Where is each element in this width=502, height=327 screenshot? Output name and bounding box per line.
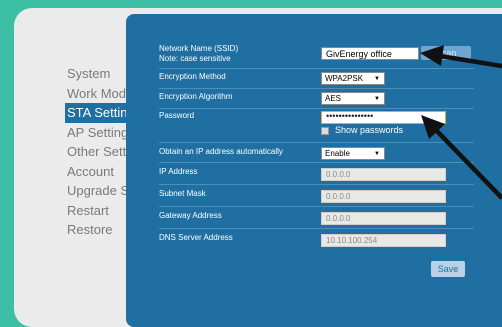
dns-label: DNS Server Address <box>159 233 233 242</box>
ssid-label: Network Name (SSID) <box>159 44 239 53</box>
ssid-note: Note: case sensitive <box>159 54 231 63</box>
ip-address-label: IP Address <box>159 167 198 176</box>
subnet-mask-input[interactable]: 0.0.0.0 <box>321 190 446 203</box>
dns-input[interactable]: 10.10.100.254 <box>321 234 446 247</box>
gateway-row: Gateway Address 0.0.0.0 <box>159 208 474 229</box>
row-divider <box>159 142 474 143</box>
dropdown-arrow-icon: ▼ <box>374 76 380 82</box>
encryption-algorithm-label: Encryption Algorithm <box>159 92 233 101</box>
ip-address-input[interactable]: 0.0.0.0 <box>321 168 446 181</box>
dhcp-value: Enable <box>325 149 350 158</box>
row-divider <box>159 228 474 229</box>
sta-settings-panel: Network Name (SSID) Note: case sensitive… <box>126 14 502 327</box>
password-row: Password ••••••••••••••• Show passwords <box>159 110 474 143</box>
gateway-input[interactable]: 0.0.0.0 <box>321 212 446 225</box>
row-divider <box>159 206 474 207</box>
row-divider <box>159 162 474 163</box>
row-divider <box>159 88 474 89</box>
gateway-label: Gateway Address <box>159 211 222 220</box>
ip-address-row: IP Address 0.0.0.0 <box>159 164 474 185</box>
show-passwords-checkbox[interactable] <box>321 127 329 135</box>
encryption-method-label: Encryption Method <box>159 72 226 81</box>
scan-button[interactable]: Scan <box>421 46 471 60</box>
subnet-mask-row: Subnet Mask 0.0.0.0 <box>159 186 474 207</box>
encryption-method-value: WPA2PSK <box>325 74 364 83</box>
encryption-algorithm-row: Encryption Algorithm AES ▼ <box>159 90 474 109</box>
password-input[interactable]: ••••••••••••••• <box>321 111 446 124</box>
ssid-row: Network Name (SSID) Note: case sensitive… <box>159 44 474 69</box>
subnet-mask-label: Subnet Mask <box>159 189 206 198</box>
save-button[interactable]: Save <box>431 261 465 277</box>
dns-row: DNS Server Address 10.10.100.254 <box>159 230 474 251</box>
row-divider <box>159 184 474 185</box>
password-label: Password <box>159 111 195 120</box>
encryption-method-row: Encryption Method WPA2PSK ▼ <box>159 70 474 89</box>
ssid-input[interactable]: GivEnergy office <box>321 47 419 60</box>
dhcp-label: Obtain an IP address automatically <box>159 147 283 156</box>
encryption-method-select[interactable]: WPA2PSK ▼ <box>321 72 385 85</box>
dropdown-arrow-icon: ▼ <box>374 151 380 157</box>
dhcp-row: Obtain an IP address automatically Enabl… <box>159 144 474 163</box>
show-passwords-label: Show passwords <box>335 125 404 135</box>
dropdown-arrow-icon: ▼ <box>374 96 380 102</box>
encryption-algorithm-select[interactable]: AES ▼ <box>321 92 385 105</box>
encryption-algorithm-value: AES <box>325 94 342 103</box>
dhcp-select[interactable]: Enable ▼ <box>321 147 385 160</box>
row-divider <box>159 108 474 109</box>
row-divider <box>159 68 474 69</box>
